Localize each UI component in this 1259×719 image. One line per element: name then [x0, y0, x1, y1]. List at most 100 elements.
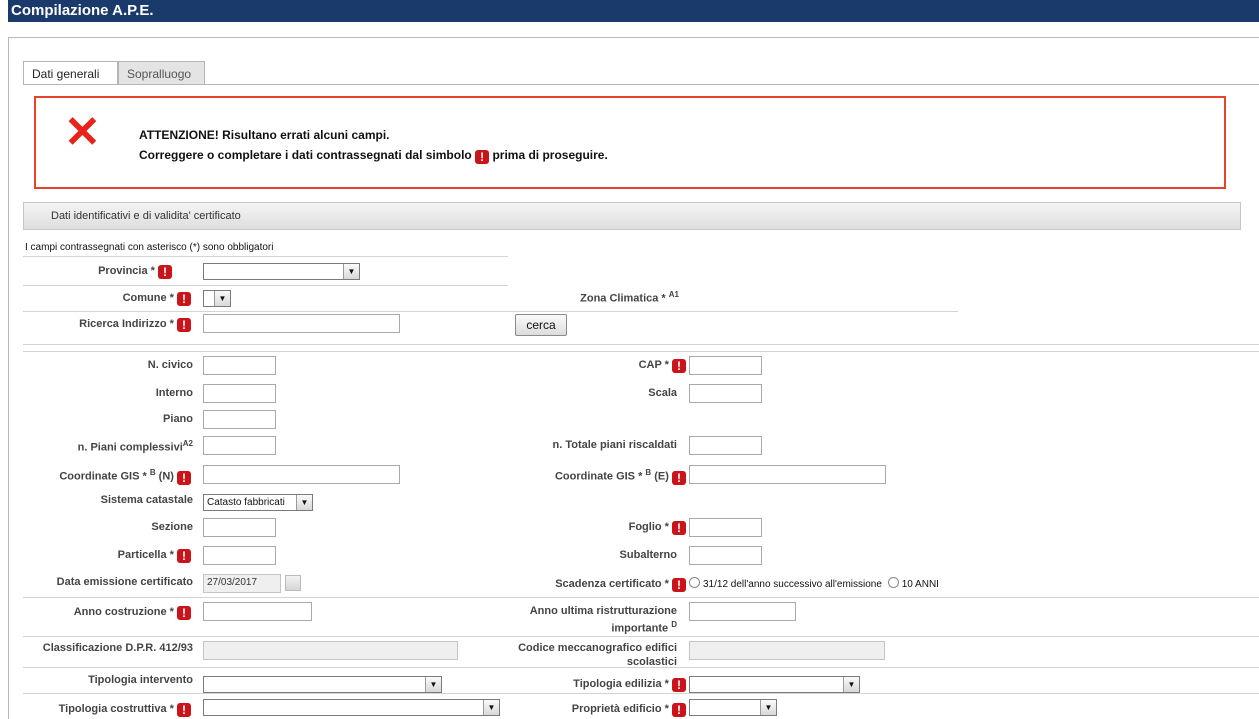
- error-icon: !: [177, 606, 191, 620]
- alert-message: Correggere o completare i dati contrasse…: [139, 148, 608, 164]
- codice-meccanografico-input: [689, 641, 885, 660]
- coordinate-gis-n-label: Coordinate GIS * B (N) !: [59, 468, 191, 485]
- error-icon: !: [177, 292, 191, 306]
- data-emissione-label: Data emissione certificato: [56, 576, 193, 588]
- page-title: Compilazione A.P.E.: [8, 0, 1259, 22]
- tipologia-intervento-label: Tipologia intervento: [88, 674, 193, 686]
- error-alert: ✕ ATTENZIONE! Risultano errati alcuni ca…: [34, 96, 1226, 189]
- scala-label: Scala: [648, 387, 677, 399]
- tab-sopralluogo[interactable]: Sopralluogo: [118, 61, 205, 85]
- n-piani-complessivi-input[interactable]: [203, 436, 276, 455]
- sistema-catastale-select[interactable]: Catasto fabbricati ▼: [203, 494, 313, 511]
- divider: [23, 636, 1259, 637]
- error-icon: !: [177, 549, 191, 563]
- data-emissione-input: 27/03/2017: [203, 574, 281, 593]
- particella-label: Particella * !: [118, 549, 191, 563]
- chevron-down-icon: ▼: [760, 700, 776, 715]
- alert-message-pre: Correggere o completare i dati contrasse…: [139, 148, 472, 162]
- tipologia-intervento-select[interactable]: ▼: [203, 676, 442, 693]
- foglio-label: Foglio * !: [629, 521, 686, 535]
- error-icon: !: [672, 578, 686, 592]
- radio-icon[interactable]: [689, 577, 700, 588]
- error-icon: !: [672, 678, 686, 692]
- chevron-down-icon: ▼: [483, 700, 499, 715]
- sezione-input[interactable]: [203, 518, 276, 537]
- n-totale-piani-input[interactable]: [689, 436, 762, 455]
- tipologia-costruttiva-select[interactable]: ▼: [203, 699, 500, 716]
- alert-message-post: prima di proseguire.: [492, 148, 608, 162]
- interno-input[interactable]: [203, 384, 276, 403]
- divider: [23, 285, 508, 286]
- provincia-label: Provincia * !: [98, 265, 172, 279]
- coordinate-gis-e-input[interactable]: [689, 465, 886, 484]
- classificazione-input: [203, 641, 458, 660]
- provincia-select[interactable]: ▼: [203, 263, 360, 280]
- tipologia-edilizia-select[interactable]: ▼: [689, 676, 860, 693]
- error-icon: !: [177, 470, 191, 485]
- comune-label: Comune * !: [123, 292, 191, 306]
- error-icon: !: [177, 703, 191, 717]
- cap-input[interactable]: [689, 356, 762, 375]
- error-icon: !: [177, 318, 191, 332]
- n-totale-piani-label: n. Totale piani riscaldati: [552, 439, 678, 451]
- tab-dati-generali[interactable]: Dati generali: [23, 61, 118, 85]
- proprieta-edificio-label: Proprietà edificio * !: [572, 703, 686, 717]
- subalterno-input[interactable]: [689, 546, 762, 565]
- foglio-input[interactable]: [689, 518, 762, 537]
- divider: [23, 344, 1259, 345]
- ricerca-indirizzo-input[interactable]: [203, 314, 400, 333]
- n-civico-input[interactable]: [203, 356, 276, 375]
- piano-input[interactable]: [203, 410, 276, 429]
- n-piani-complessivi-label: n. Piani complessiviA2: [77, 439, 193, 454]
- error-icon: !: [475, 150, 490, 164]
- sistema-catastale-label: Sistema catastale: [100, 494, 193, 506]
- coordinate-gis-n-input[interactable]: [203, 465, 400, 484]
- divider: [23, 311, 958, 312]
- scala-input[interactable]: [689, 384, 762, 403]
- divider: [23, 597, 1259, 598]
- proprieta-edificio-select[interactable]: ▼: [689, 699, 777, 716]
- ricerca-indirizzo-label: Ricerca Indirizzo * !: [79, 318, 191, 332]
- chevron-down-icon: ▼: [843, 677, 859, 692]
- chevron-down-icon: ▼: [214, 291, 230, 306]
- alert-title: ATTENZIONE! Risultano errati alcuni camp…: [139, 128, 390, 142]
- error-icon: !: [672, 703, 686, 717]
- classificazione-label: Classificazione D.P.R. 412/93: [42, 642, 193, 654]
- scadenza-radio-group[interactable]: 31/12 dell'anno successivo all'emissione…: [689, 577, 939, 590]
- anno-costruzione-input[interactable]: [203, 602, 312, 621]
- error-icon: !: [672, 470, 686, 485]
- zona-climatica-label: Zona Climatica * A1: [580, 290, 679, 305]
- comune-select[interactable]: ▼: [203, 290, 231, 307]
- divider: [23, 256, 508, 257]
- anno-ristrutturazione-label: Anno ultima ristrutturazione importante …: [529, 605, 677, 635]
- piano-label: Piano: [163, 413, 193, 425]
- tipologia-edilizia-label: Tipologia edilizia * !: [573, 678, 686, 692]
- section-header: Dati identificativi e di validita' certi…: [23, 202, 1241, 230]
- subalterno-label: Subalterno: [619, 549, 677, 561]
- calendar-icon[interactable]: [285, 575, 301, 591]
- close-icon: ✕: [64, 108, 101, 157]
- interno-label: Interno: [155, 387, 193, 399]
- radio-icon[interactable]: [887, 577, 899, 588]
- error-icon: !: [158, 265, 172, 279]
- divider: [23, 693, 1259, 694]
- chevron-down-icon: ▼: [296, 495, 312, 510]
- tipologia-costruttiva-label: Tipologia costruttiva * !: [59, 703, 191, 717]
- anno-ristrutturazione-input[interactable]: [689, 602, 796, 621]
- divider: [23, 351, 1259, 352]
- error-icon: !: [672, 521, 686, 535]
- codice-meccanografico-label: Codice meccanografico edifici scolastici: [518, 642, 677, 668]
- error-icon: !: [672, 359, 686, 373]
- particella-input[interactable]: [203, 546, 276, 565]
- chevron-down-icon: ▼: [425, 677, 441, 692]
- sezione-label: Sezione: [151, 521, 193, 533]
- chevron-down-icon: ▼: [343, 264, 359, 279]
- n-civico-label: N. civico: [147, 359, 193, 371]
- coordinate-gis-e-label: Coordinate GIS * B (E) !: [555, 468, 686, 485]
- tab-divider: [23, 84, 1259, 85]
- anno-costruzione-label: Anno costruzione * !: [74, 606, 191, 620]
- cerca-button[interactable]: cerca: [515, 314, 567, 336]
- required-note: I campi contrassegnati con asterisco (*)…: [25, 242, 274, 253]
- scadenza-certificato-label: Scadenza certificato * !: [555, 578, 686, 592]
- cap-label: CAP * !: [639, 359, 686, 373]
